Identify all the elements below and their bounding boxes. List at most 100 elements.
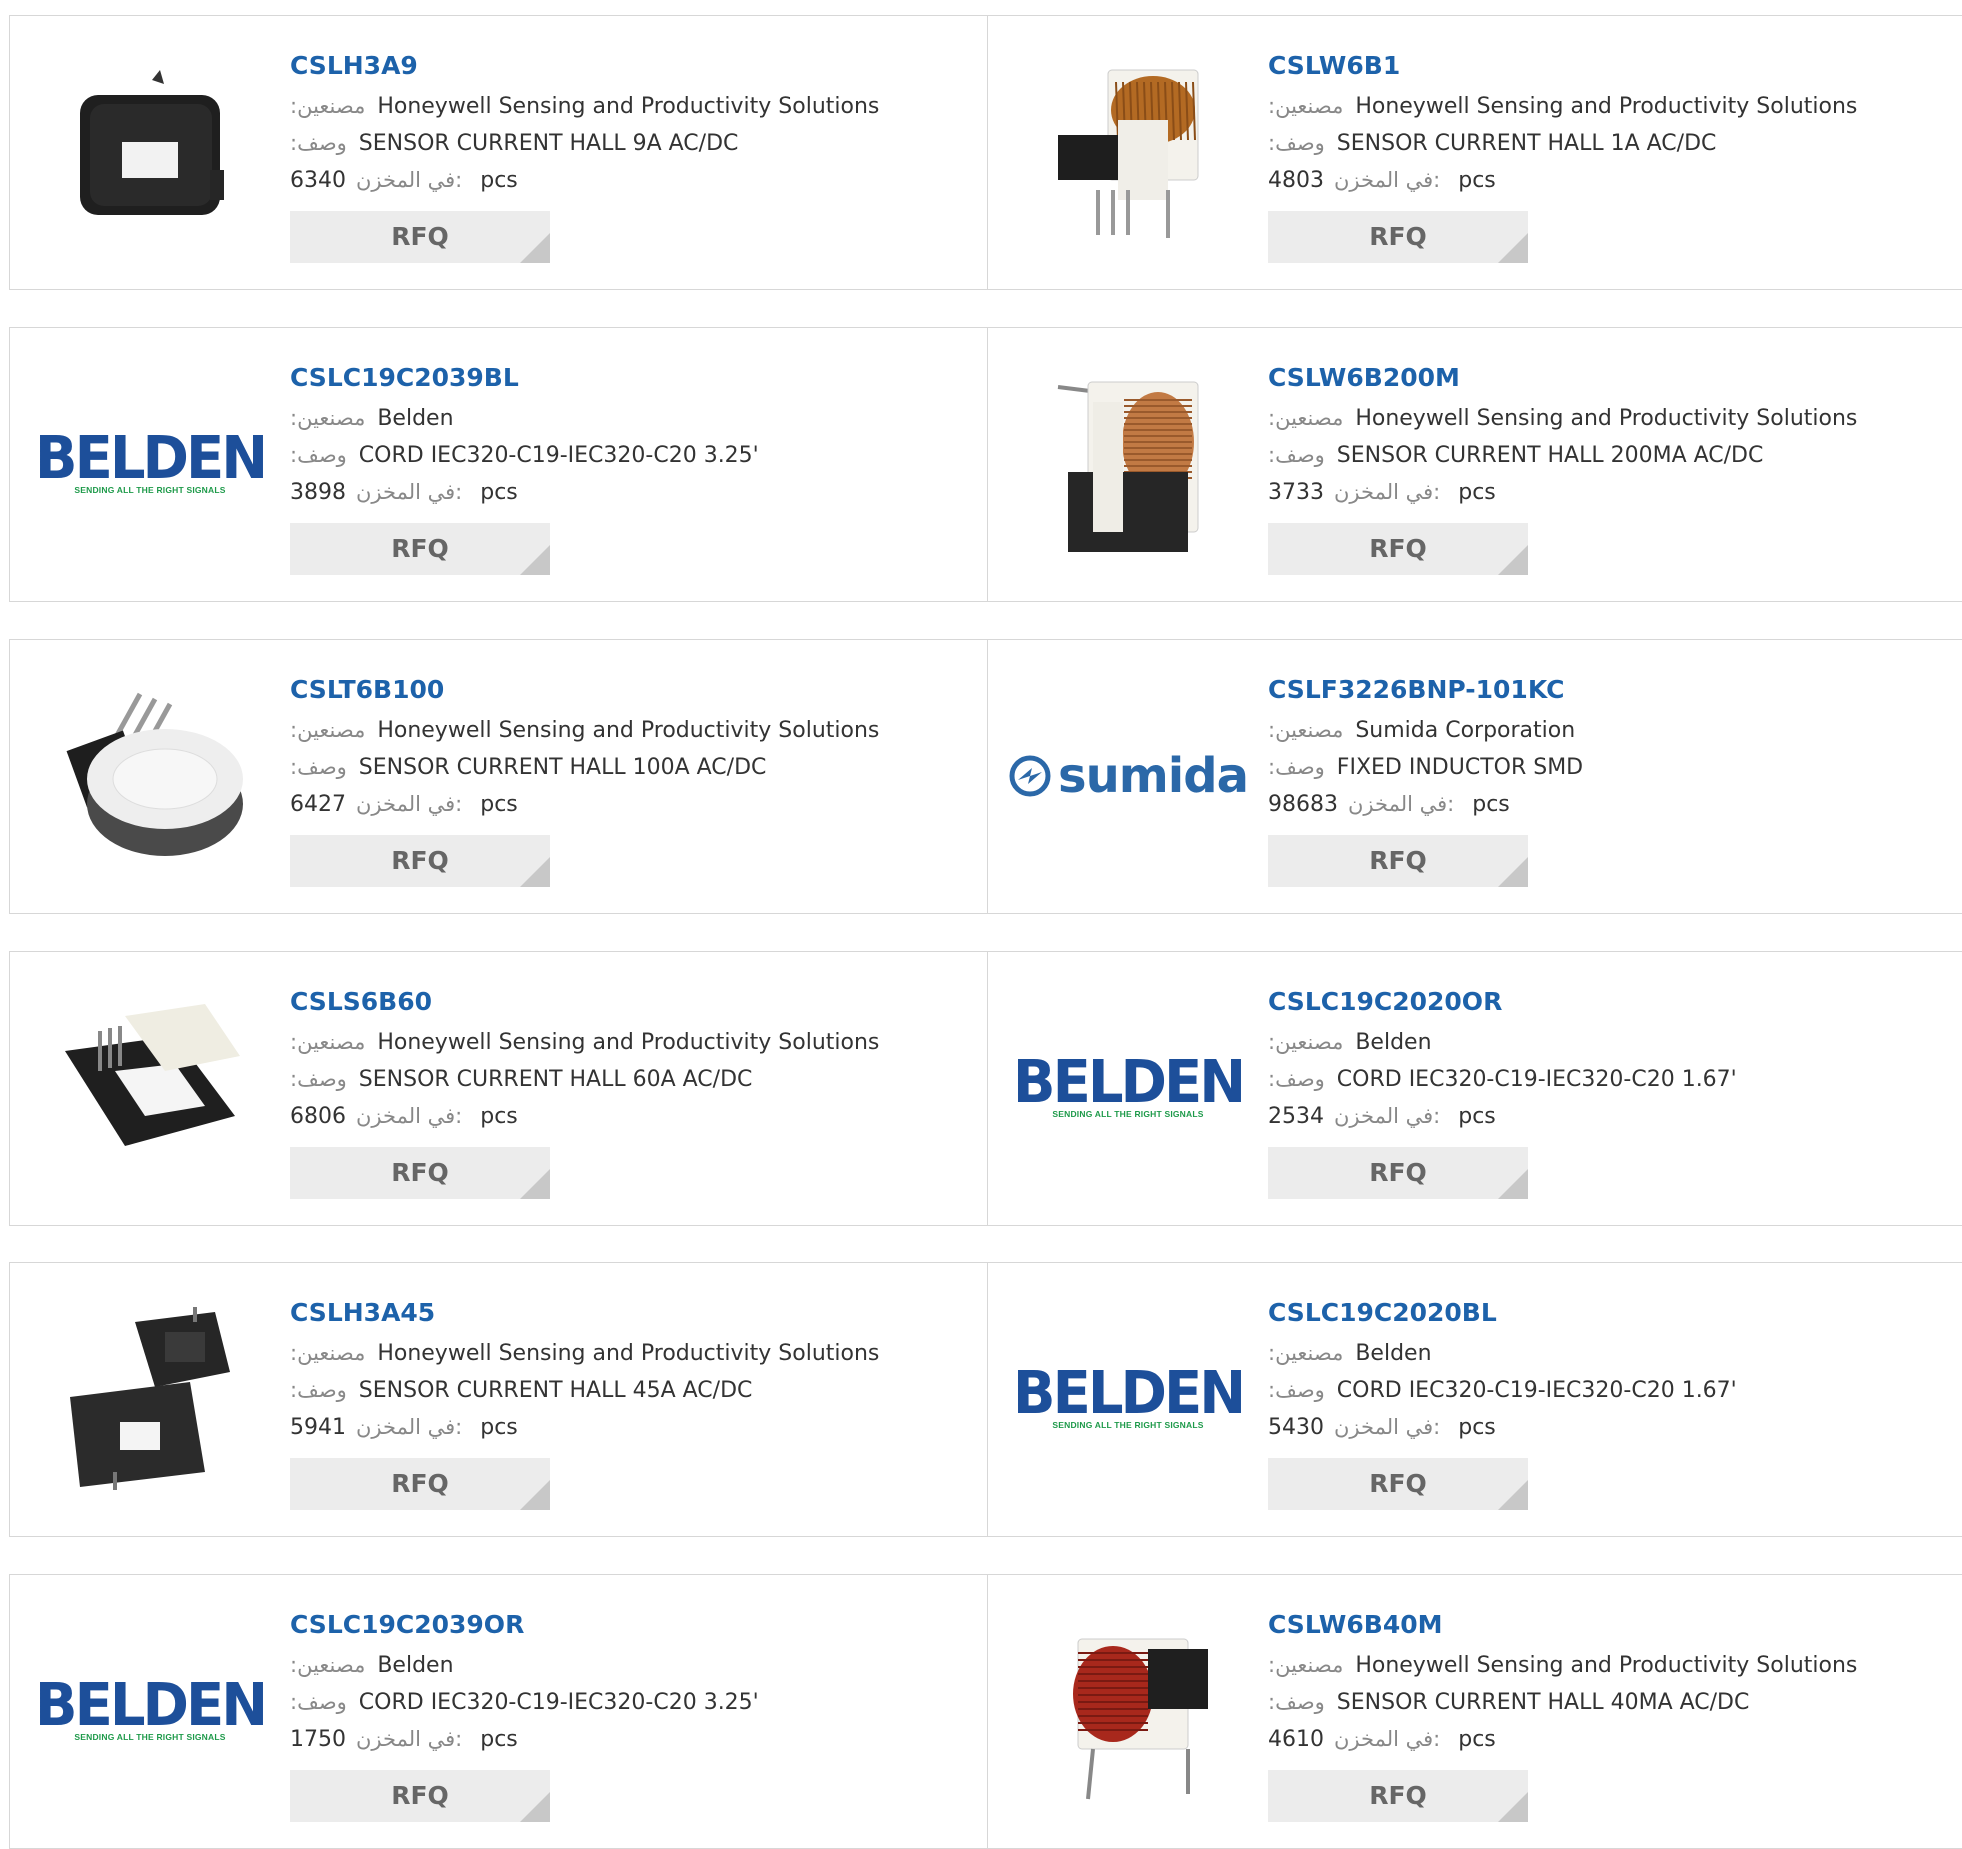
part-number-link[interactable]: CSLW6B40M — [1268, 1607, 1948, 1647]
product-image-link[interactable]: BELDEN SENDING ALL THE RIGHT SIGNALS — [35, 1611, 268, 1811]
rfq-corner-decoration — [1498, 857, 1528, 887]
product-image-link[interactable] — [50, 1299, 250, 1499]
description-label: :وصف — [290, 131, 347, 155]
product-image-link[interactable] — [1028, 1611, 1228, 1811]
product-grid: CSLH3A9 :مصنعين Honeywell Sensing and Pro… — [0, 0, 1962, 1849]
rfq-button[interactable]: RFQ — [290, 523, 550, 575]
manufacturer-value: Belden — [377, 1653, 454, 1678]
coil-sensor-red-image — [1038, 1609, 1218, 1813]
part-number-link[interactable]: CSLH3A45 — [290, 1295, 970, 1335]
product-info: CSLH3A45 :مصنعين Honeywell Sensing and Pr… — [290, 1295, 970, 1510]
rfq-button[interactable]: RFQ — [1268, 523, 1528, 575]
manufacturer-row: :مصنعين Sumida Corporation — [1268, 712, 1948, 749]
rfq-button[interactable]: RFQ — [1268, 1458, 1528, 1510]
description-row: :وصف SENSOR CURRENT HALL 200MA AC/DC — [1268, 437, 1948, 474]
manufacturer-value: Honeywell Sensing and Productivity Solut… — [1355, 1653, 1858, 1678]
hall-sensor-pair-image — [55, 1302, 245, 1496]
part-number-link[interactable]: CSLC19C2039OR — [290, 1607, 970, 1647]
product-image-link[interactable] — [1028, 364, 1228, 564]
stock-label: في المخزن: — [1334, 480, 1441, 504]
description-label: :وصف — [1268, 1067, 1325, 1091]
rfq-label: RFQ — [1369, 534, 1427, 563]
rfq-button[interactable]: RFQ — [1268, 835, 1528, 887]
rfq-corner-decoration — [520, 1169, 550, 1199]
rfq-label: RFQ — [1369, 1158, 1427, 1187]
stock-row: 4610 في المخزن: pcs — [1268, 1721, 1948, 1758]
part-number-link[interactable]: CSLH3A9 — [290, 48, 970, 88]
rfq-corner-decoration — [520, 233, 550, 263]
part-number-link[interactable]: CSLF3226BNP-101KC — [1268, 672, 1948, 712]
manufacturer-value: Honeywell Sensing and Productivity Solut… — [377, 718, 880, 743]
rfq-button[interactable]: RFQ — [290, 835, 550, 887]
part-number-link[interactable]: CSLC19C2020BL — [1268, 1295, 1948, 1335]
rfq-button[interactable]: RFQ — [290, 1770, 550, 1822]
stock-row: 6427 في المخزن: pcs — [290, 786, 970, 823]
product-image-link[interactable]: sumida — [1009, 676, 1249, 876]
stock-unit: pcs — [480, 1415, 518, 1440]
rfq-corner-decoration — [1498, 1480, 1528, 1510]
part-number-link[interactable]: CSLW6B200M — [1268, 360, 1948, 400]
manufacturer-label: :مصنعين — [290, 1030, 366, 1054]
rfq-label: RFQ — [391, 1158, 449, 1187]
manufacturer-value: Sumida Corporation — [1355, 718, 1576, 743]
stock-value: 2534 — [1268, 1104, 1324, 1129]
rfq-button[interactable]: RFQ — [290, 1147, 550, 1199]
manufacturer-row: :مصنعين Honeywell Sensing and Productivit… — [290, 712, 970, 749]
stock-label: في المخزن: — [356, 1727, 463, 1751]
rfq-corner-decoration — [520, 1480, 550, 1510]
product-image-link[interactable] — [50, 52, 250, 252]
belden-logo: BELDEN SENDING ALL THE RIGHT SIGNALS — [1012, 1048, 1246, 1119]
stock-row: 5430 في المخزن: pcs — [1268, 1409, 1948, 1446]
product-image-link[interactable]: BELDEN SENDING ALL THE RIGHT SIGNALS — [1013, 1299, 1246, 1499]
stock-value: 3733 — [1268, 480, 1324, 505]
product-info: CSLC19C2020OR :مصنعين Belden :وصف CORD IEC… — [1268, 984, 1948, 1199]
description-row: :وصف SENSOR CURRENT HALL 9A AC/DC — [290, 125, 970, 162]
rfq-button[interactable]: RFQ — [1268, 1147, 1528, 1199]
description-label: :وصف — [290, 1067, 347, 1091]
rfq-button[interactable]: RFQ — [1268, 1770, 1528, 1822]
description-value: SENSOR CURRENT HALL 45A AC/DC — [358, 1378, 753, 1403]
product-image-link[interactable]: BELDEN SENDING ALL THE RIGHT SIGNALS — [35, 364, 268, 564]
product-image-link[interactable] — [50, 988, 250, 1188]
manufacturer-row: :مصنعين Honeywell Sensing and Productivit… — [290, 1335, 970, 1372]
rfq-button[interactable]: RFQ — [1268, 211, 1528, 263]
rfq-label: RFQ — [1369, 1781, 1427, 1810]
belden-logo-text: BELDEN — [1012, 1048, 1246, 1117]
stock-value: 5941 — [290, 1415, 346, 1440]
rfq-label: RFQ — [391, 846, 449, 875]
rfq-corner-decoration — [1498, 233, 1528, 263]
product-image-link[interactable] — [50, 676, 250, 876]
product-card: BELDEN SENDING ALL THE RIGHT SIGNALS CSLC… — [987, 951, 1962, 1226]
description-label: :وصف — [1268, 1378, 1325, 1402]
stock-row: 3898 في المخزن: pcs — [290, 474, 970, 511]
manufacturer-value: Honeywell Sensing and Productivity Solut… — [377, 94, 880, 119]
rfq-corner-decoration — [520, 545, 550, 575]
rfq-button[interactable]: RFQ — [290, 1458, 550, 1510]
manufacturer-row: :مصنعين Belden — [1268, 1024, 1948, 1061]
split-core-sensor-image — [55, 996, 245, 1180]
rfq-corner-decoration — [520, 857, 550, 887]
part-number-link[interactable]: CSLW6B1 — [1268, 48, 1948, 88]
product-image-link[interactable] — [1028, 52, 1228, 252]
part-number-link[interactable]: CSLS6B60 — [290, 984, 970, 1024]
stock-row: 6340 في المخزن: pcs — [290, 162, 970, 199]
description-row: :وصف CORD IEC320-C19-IEC320-C20 1.67' — [1268, 1372, 1948, 1409]
manufacturer-row: :مصنعين Honeywell Sensing and Productivit… — [1268, 88, 1948, 125]
stock-unit: pcs — [1458, 1727, 1496, 1752]
stock-value: 1750 — [290, 1727, 346, 1752]
manufacturer-label: :مصنعين — [1268, 718, 1344, 742]
part-number-link[interactable]: CSLC19C2020OR — [1268, 984, 1948, 1024]
description-label: :وصف — [1268, 443, 1325, 467]
description-row: :وصف SENSOR CURRENT HALL 40MA AC/DC — [1268, 1684, 1948, 1721]
part-number-link[interactable]: CSLC19C2039BL — [290, 360, 970, 400]
stock-value: 5430 — [1268, 1415, 1324, 1440]
manufacturer-label: :مصنعين — [1268, 406, 1344, 430]
rfq-button[interactable]: RFQ — [290, 211, 550, 263]
description-label: :وصف — [290, 1690, 347, 1714]
part-number-link[interactable]: CSLT6B100 — [290, 672, 970, 712]
description-row: :وصف FIXED INDUCTOR SMD — [1268, 749, 1948, 786]
rfq-label: RFQ — [1369, 222, 1427, 251]
manufacturer-row: :مصنعين Belden — [290, 400, 970, 437]
product-image-link[interactable]: BELDEN SENDING ALL THE RIGHT SIGNALS — [1013, 988, 1246, 1188]
description-value: CORD IEC320-C19-IEC320-C20 3.25' — [358, 443, 759, 468]
